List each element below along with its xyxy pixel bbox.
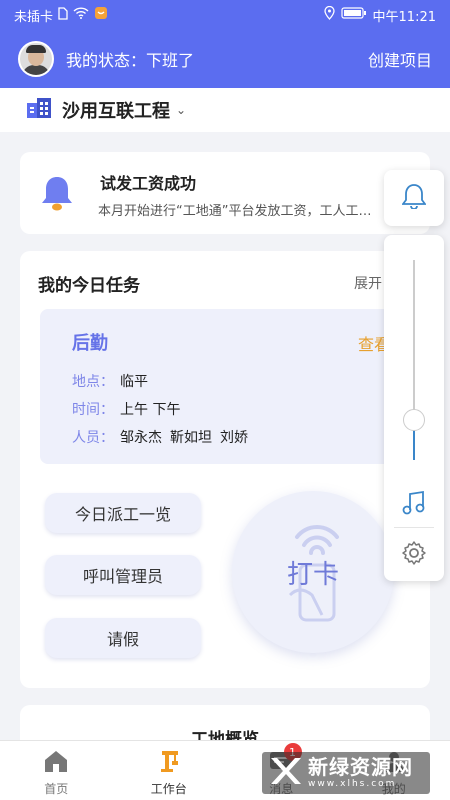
volume-slider-handle[interactable] [403,409,425,431]
battery-icon [340,7,367,23]
people-label: 人员： [72,430,114,446]
person-name: 靳如坦 [170,430,212,446]
panel-divider [394,527,434,528]
today-tasks-card: 我的今日任务 展开 后勤 查看 地点： 临平 时间： 上午 下午 人员： 邹永杰… [20,251,430,688]
tab-label: 工作台 [150,782,187,796]
task-item[interactable]: 后勤 查看 地点： 临平 时间： 上午 下午 人员： 邹永杰 靳如坦 刘娇 [40,309,410,464]
avatar[interactable] [18,41,54,77]
create-project-button[interactable]: 创建项目 [368,47,432,71]
app-notification-icon [94,6,108,24]
task-location-row: 地点： 临平 [72,371,148,391]
task-time-row: 时间： 上午 下午 [72,399,180,419]
project-name: 沙用互联工程 [62,101,170,122]
crane-icon [156,749,182,776]
expand-button[interactable]: 展开 [354,273,382,293]
music-note-icon[interactable] [402,490,426,520]
watermark-url: www.xlhs.com [308,779,397,789]
time-value: 上午 下午 [120,402,181,418]
carrier-text: 未插卡 [14,9,54,25]
location-label: 地点： [72,374,114,390]
floating-bell-button[interactable] [384,170,444,226]
tab-label: 首页 [44,782,69,796]
punch-label: 打卡 [286,559,339,590]
notice-body: 本月开始进行“工地通”平台发放工资，工人工… [98,204,372,219]
tasks-title: 我的今日任务 [38,276,140,296]
app-header: 我的状态：下班了 创建项目 [0,30,450,88]
watermark: 新绿资源网 www.xlhs.com [262,752,430,794]
tab-home[interactable]: 首页 [0,741,113,800]
clock-text: 中午11:21 [372,9,436,25]
person-name: 邹永杰 [120,430,162,446]
home-icon [43,749,69,776]
bell-icon [40,174,74,216]
notice-title: 试发工资成功 [100,174,197,193]
person-name: 刘娇 [220,430,248,446]
location-icon [323,5,335,24]
tab-workbench[interactable]: 工作台 [113,741,226,800]
my-status-text[interactable]: 我的状态：下班了 [66,47,194,71]
punch-in-button[interactable]: 打卡 [232,491,394,653]
notification-card[interactable]: 试发工资成功 本月开始进行“工地通”平台发放工资，工人工… 昨天 [20,152,430,234]
status-bar: 未插卡 中午11:21 [0,0,450,30]
watermark-title: 新绿资源网 [308,755,413,779]
watermark-logo-icon [268,755,302,791]
gear-icon[interactable] [401,540,427,570]
task-role: 后勤 [72,333,108,354]
chevron-down-icon: ⌄ [176,103,187,117]
floating-control-panel [384,235,444,581]
sim-icon [58,6,68,24]
leave-request-button[interactable]: 请假 [45,618,201,658]
location-value: 临平 [120,374,148,390]
task-people-row: 人员： 邹永杰 靳如坦 刘娇 [72,427,248,447]
dispatch-list-button[interactable]: 今日派工一览 [45,493,201,533]
wifi-icon [73,7,89,23]
building-icon [26,97,52,123]
bell-outline-icon [401,183,427,213]
project-selector[interactable]: 沙用互联工程 ⌄ [0,88,450,132]
call-admin-button[interactable]: 呼叫管理员 [45,555,201,595]
time-label: 时间： [72,402,114,418]
